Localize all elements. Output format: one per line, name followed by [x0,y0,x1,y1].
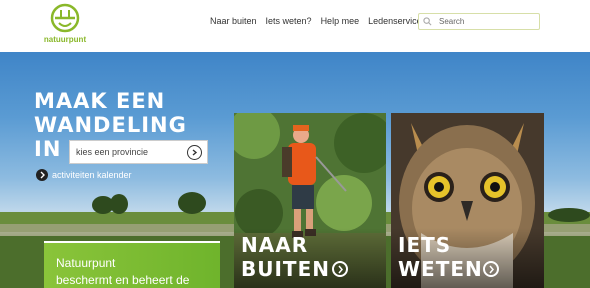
search-icon[interactable] [423,17,432,26]
logo-text: natuurpunt [43,35,87,44]
tile-caption-line: WETEN [398,257,483,281]
tree [548,208,590,222]
nav-item-iets-weten[interactable]: Iets weten? [266,16,312,26]
province-select[interactable]: kies een provincie [69,140,208,164]
province-select-label: kies een provincie [76,147,149,157]
promo-card[interactable]: Natuurpunt beschermt en beheert de [44,241,220,288]
tile-caption-line: BUITEN [241,257,330,281]
chevron-right-icon [489,265,494,274]
tile-caption-line: IETS [398,233,452,257]
headline-line: WANDELING [34,113,187,137]
calendar-link[interactable]: activiteiten kalender [36,169,132,181]
logo[interactable]: natuurpunt [40,3,90,47]
chevron-right-icon [192,149,198,156]
headline-line: MAAK EEN [34,89,166,113]
tree [178,192,206,214]
tile-caption-line: NAAR [241,233,309,257]
search-box [418,13,540,30]
chevron-right-icon [36,169,48,181]
tile-arrow-button[interactable] [483,261,499,277]
promo-line: beschermt en beheert de [56,273,190,287]
nav-item-naar-buiten[interactable]: Naar buiten [210,16,257,26]
chevron-right-icon [338,265,343,274]
tile-caption: NAAR BUITEN [241,233,330,281]
nav-item-help-mee[interactable]: Help mee [321,16,360,26]
natuurpunt-logo-icon [50,3,80,33]
tile-naar-buiten[interactable]: NAAR BUITEN [234,113,386,288]
main-nav: Naar buiten Iets weten? Help mee Ledense… [210,16,431,26]
nav-item-ledenservice[interactable]: Ledenservice [368,16,422,26]
promo-line: Natuurpunt [56,256,116,270]
calendar-link-label: activiteiten kalender [52,170,132,180]
tile-iets-weten[interactable]: IETS WETEN [391,113,544,288]
site-header: natuurpunt Naar buiten Iets weten? Help … [0,0,590,52]
tree [110,194,128,214]
tile-arrow-button[interactable] [332,261,348,277]
tile-caption: IETS WETEN [398,233,483,281]
search-input[interactable] [439,15,537,28]
province-go-button[interactable] [187,145,202,160]
